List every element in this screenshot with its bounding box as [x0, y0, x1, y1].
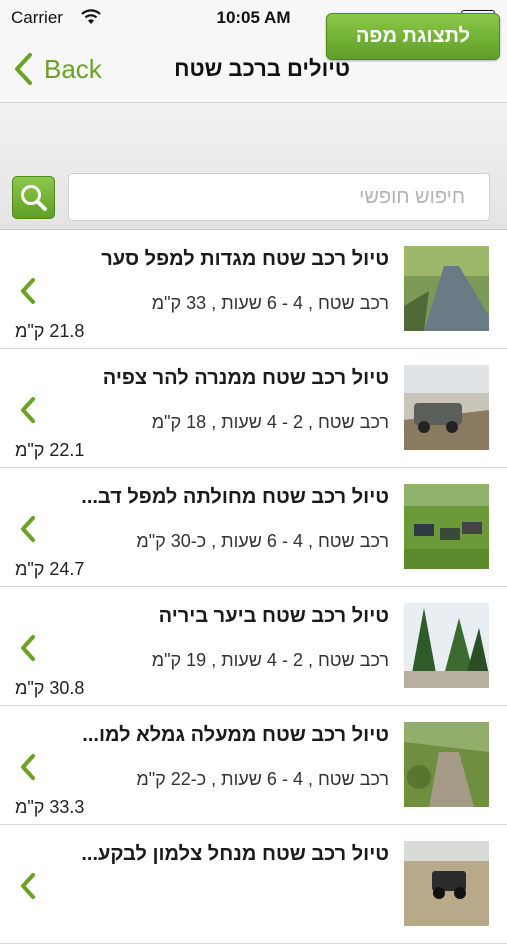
trip-title: טיול רכב שטח ביער ביריה: [158, 605, 389, 627]
trip-details: רכב שטח , 4 - 6 שעות , כ-22 ק"מ: [136, 769, 389, 789]
trip-thumbnail: [404, 246, 489, 331]
trip-details: רכב שטח , 4 - 6 שעות , כ-30 ק"מ: [136, 531, 389, 551]
trip-distance: 30.8 ק"מ: [15, 678, 85, 698]
trip-thumbnail: [404, 365, 489, 450]
trip-title: טיול רכב שטח ממעלה גמלא למו...: [82, 724, 389, 746]
trip-thumbnail: [404, 722, 489, 807]
trip-title: טיול רכב שטח ממנרה להר צפיה: [102, 367, 389, 389]
list-item[interactable]: טיול רכב שטח מגדות למפל סער רכב שטח , 4 …: [0, 230, 507, 349]
trip-details: רכב שטח , 2 - 4 שעות , 19 ק"מ: [151, 650, 389, 670]
trip-distance: 22.1 ק"מ: [15, 440, 85, 460]
trip-list: טיול רכב שטח מגדות למפל סער רכב שטח , 4 …: [0, 230, 507, 944]
trip-distance: 33.3 ק"מ: [15, 797, 85, 817]
chevron-left-icon: [21, 516, 35, 542]
chevron-left-icon: [21, 397, 35, 423]
trip-thumbnail: [404, 484, 489, 569]
trip-title: טיול רכב שטח מחולתה למפל דב...: [81, 486, 389, 508]
chevron-left-icon: [21, 635, 35, 661]
search-icon: [20, 184, 47, 211]
chevron-left-icon: [21, 873, 35, 899]
trip-details: רכב שטח , 2 - 4 שעות , 18 ק"מ: [151, 412, 389, 432]
chevron-left-icon: [21, 754, 35, 780]
list-item[interactable]: טיול רכב שטח ביער ביריה רכב שטח , 2 - 4 …: [0, 587, 507, 706]
page-title: טיולים ברכב שטח: [174, 56, 350, 81]
list-item[interactable]: טיול רכב שטח מחולתה למפל דב... רכב שטח ,…: [0, 468, 507, 587]
map-view-button[interactable]: לתצוגת מפה: [326, 13, 500, 60]
trip-distance: 21.8 ק"מ: [15, 321, 85, 341]
trip-thumbnail: [404, 841, 489, 926]
trip-thumbnail: [404, 603, 489, 688]
trip-title: טיול רכב שטח מנחל צלמון לבקע...: [81, 843, 389, 865]
chevron-left-icon: [21, 278, 35, 304]
search-input[interactable]: [68, 173, 490, 221]
search-button[interactable]: [12, 176, 55, 219]
trip-details: רכב שטח , 4 - 6 שעות , 33 ק"מ: [151, 293, 389, 313]
chevron-left-icon: [15, 53, 32, 85]
list-item[interactable]: טיול רכב שטח ממעלה גמלא למו... רכב שטח ,…: [0, 706, 507, 825]
list-item[interactable]: טיול רכב שטח ממנרה להר צפיה רכב שטח , 2 …: [0, 349, 507, 468]
back-label: Back: [44, 53, 102, 84]
trip-distance: 24.7 ק"מ: [15, 559, 85, 579]
trip-title: טיול רכב שטח מגדות למפל סער: [101, 248, 389, 270]
back-button[interactable]: Back: [12, 52, 102, 86]
list-item[interactable]: טיול רכב שטח מנחל צלמון לבקע...: [0, 825, 507, 944]
